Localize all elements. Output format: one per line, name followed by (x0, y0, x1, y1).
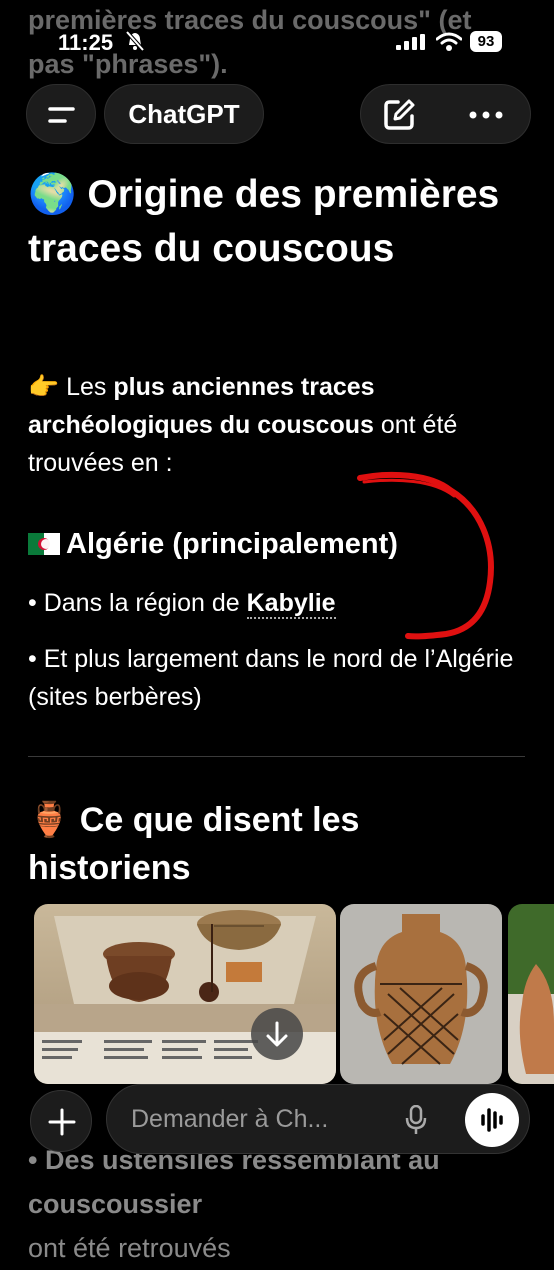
cellular-signal-icon (396, 34, 425, 50)
model-selector-button[interactable]: ChatGPT (104, 84, 264, 144)
amphora-emoji: 🏺 (28, 801, 71, 839)
globe-emoji: 🌍 (28, 173, 77, 216)
scrolled-text-bottom: • Des ustensiles ressemblant au couscous… (28, 1145, 440, 1263)
plus-icon (48, 1108, 76, 1136)
header-actions (360, 84, 531, 144)
new-chat-button[interactable] (381, 97, 417, 133)
silent-bell-icon (125, 30, 145, 52)
status-time: 11:25 (58, 30, 114, 55)
section-heading-historians: 🏺 Ce que disent les historiens (28, 801, 360, 887)
waveform-icon (481, 1108, 503, 1132)
kabylie-link[interactable]: Kabylie (246, 589, 336, 619)
ellipsis-icon (469, 111, 503, 119)
more-options-button[interactable] (457, 97, 513, 133)
message-input[interactable]: Demander à Ch... (106, 1084, 530, 1154)
edit-icon (384, 99, 415, 130)
battery-indicator: 93 (470, 31, 502, 52)
museum-photo-amphora[interactable] (340, 904, 502, 1084)
wifi-icon (436, 32, 462, 51)
section-heading-origin: 🌍 Origine des premières traces du cousco… (28, 173, 500, 270)
menu-icon (48, 107, 75, 123)
message-input-placeholder: Demander à Ch... (131, 1105, 329, 1133)
menu-button[interactable] (26, 84, 96, 144)
amphora-image (340, 904, 502, 1084)
add-attachment-button[interactable] (30, 1090, 92, 1152)
pointing-hand-emoji: 👉 (28, 373, 60, 401)
scroll-down-button[interactable] (251, 1008, 303, 1060)
partial-image (508, 904, 554, 1084)
algeria-flag-icon (28, 533, 60, 555)
arrow-down-icon (266, 1021, 288, 1047)
museum-photo-partial[interactable] (508, 904, 554, 1084)
section-divider (28, 756, 525, 757)
red-annotation-stroke (357, 471, 494, 640)
microphone-icon[interactable] (405, 1105, 427, 1135)
voice-mode-button[interactable] (465, 1093, 519, 1147)
